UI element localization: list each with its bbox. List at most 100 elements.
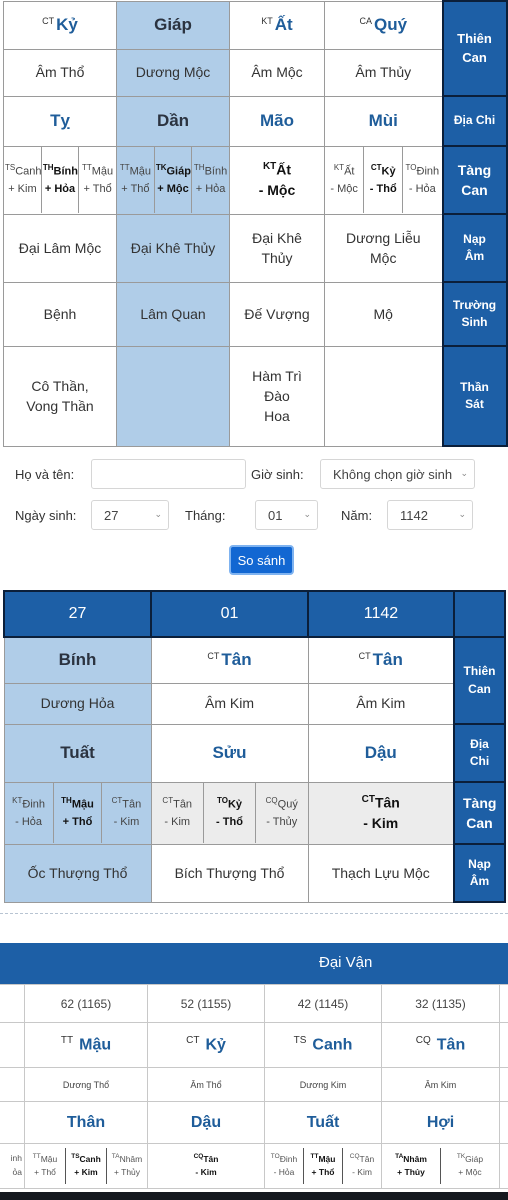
- tang-can-cell: TOĐinh - Hỏa TTMậu + Thổ CQTân - Kim: [264, 1143, 382, 1189]
- can-hanh-partial: [499, 1067, 508, 1102]
- can-name: Tân: [436, 1036, 466, 1054]
- can-tag: KT: [261, 15, 273, 26]
- tang-can-partial: [499, 1143, 508, 1189]
- nap-am: Bích Thượng Thổ: [150, 843, 309, 903]
- tang-can-item: CQQuý - Thủy: [265, 796, 298, 828]
- chi-name: Dậu: [307, 723, 455, 783]
- can-cell: CQ Tân: [381, 1022, 500, 1068]
- date-header-row: 27 01 1142: [3, 590, 506, 638]
- compare-button[interactable]: So sánh: [229, 545, 294, 575]
- label-dia-chi: Địa Chi: [441, 95, 508, 147]
- tang-can-item: TOĐinh - Hỏa: [265, 1148, 304, 1184]
- tang-can-item: TKGiáp + Mộc: [456, 1152, 484, 1178]
- truong-sinh: Lâm Quan: [116, 281, 230, 347]
- can-hanh: Dương Kim: [264, 1067, 382, 1102]
- dai-van-table[interactable]: 62 (1165) 52 (1155) 42 (1145) 32 (1135) …: [0, 984, 508, 1189]
- compare-form: Họ và tên: Giờ sinh: Không chọn giờ sinh…: [0, 450, 508, 590]
- can-name: Kỷ: [56, 15, 78, 34]
- can-cell: CT Tân: [307, 636, 455, 684]
- truong-sinh: Đế Vượng: [229, 281, 325, 347]
- truong-sinh: Bệnh: [3, 281, 117, 347]
- can-cell: Giáp: [116, 0, 230, 50]
- chevron-down-icon: ⌄: [460, 467, 468, 478]
- name-input[interactable]: [91, 459, 246, 489]
- label-thien-can: Thiên Can: [453, 636, 506, 725]
- tang-can-item: KTẤt - Mộc: [325, 147, 365, 213]
- tang-can-item: TANhâm + Thủy: [111, 1152, 143, 1178]
- tang-can-item: CQTân - Kim: [193, 1152, 219, 1178]
- than-sat: Hàm Trì Đào Hoa: [229, 345, 325, 447]
- can-cell: TT Mậu: [24, 1022, 148, 1068]
- year-label: Năm:: [341, 508, 373, 523]
- can-tag: CT: [207, 650, 220, 661]
- than-sat: Cô Thần, Vong Thần: [3, 345, 117, 447]
- month-label: Tháng:: [185, 508, 226, 523]
- dai-van-title: Đại Vận: [319, 954, 373, 971]
- tang-can-item: KTĐinh - Hỏa: [4, 783, 54, 843]
- year-select[interactable]: 1142 ⌄: [387, 500, 473, 530]
- can-tag: CT: [358, 650, 371, 661]
- can-cell: TS Canh: [264, 1022, 382, 1068]
- can-cell-partial: [0, 1022, 25, 1068]
- tang-can-item: CTTân - Kim: [151, 783, 204, 843]
- nap-am: Đại Khê Thủy: [116, 213, 230, 283]
- tang-can-row: inh ỏa TTMậu + Thổ TSCanh + Kim TANhâm + Thủ…: [0, 1143, 508, 1189]
- can-tag: TT: [60, 1035, 74, 1047]
- chi-name: Thân: [24, 1101, 148, 1144]
- chi-partial: [499, 1101, 508, 1144]
- tang-can-item: KTẤt - Mộc: [229, 145, 325, 215]
- nap-am: Ốc Thượng Thổ: [3, 843, 152, 903]
- can-cell: CT Kỷ: [147, 1022, 265, 1068]
- hour-select[interactable]: Không chọn giờ sinh ⌄: [320, 459, 475, 489]
- day-select[interactable]: 27 ⌄: [91, 500, 169, 530]
- can-hanh: Dương Hỏa: [3, 682, 152, 725]
- can-name: Mậu: [79, 1036, 112, 1054]
- can-hanh-row: Âm Thổ Dương Mộc Âm Mộc Âm Thủy: [3, 48, 507, 97]
- day-label: Ngày sinh:: [15, 508, 77, 523]
- chi-name: Mão: [229, 95, 325, 147]
- nap-am: Dương Liễu Mộc: [324, 213, 443, 283]
- chevron-down-icon: ⌄: [154, 508, 162, 519]
- tang-can-cell: TTMậu + Thổ TKGiáp + Mộc THBính + Hỏa: [116, 145, 230, 215]
- label-nap-am: Nạp Âm: [441, 213, 508, 283]
- can-hanh-row: Dương Thổ Âm Thổ Dương Kim Âm Kim: [0, 1067, 508, 1102]
- label-tang-can: Tàng Can: [441, 145, 508, 215]
- age-cell-partial: [499, 984, 508, 1023]
- month-selected-value: 01: [268, 507, 283, 523]
- compare-table: 27 01 1142 Bính CT Tân CT Tân Thiên Can Dư…: [3, 590, 506, 903]
- can-hanh: Dương Thổ: [24, 1067, 148, 1102]
- tang-can-item: THBính + Hỏa: [41, 147, 80, 213]
- can-tag: CT: [186, 1035, 200, 1047]
- can-name: Kỷ: [205, 1036, 226, 1054]
- tang-can-cell: CQTân - Kim: [147, 1143, 265, 1189]
- tang-can-row: TSCanh + Kim THBính + Hỏa TTMậu + Thổ TTMậu…: [3, 145, 508, 215]
- tu-tru-table: CT Kỷ Giáp KT Ất CA Quý Thiên Can Âm Thổ Dư…: [3, 0, 508, 447]
- chevron-down-icon: ⌄: [458, 508, 466, 519]
- chevron-down-icon: ⌄: [303, 508, 311, 519]
- tang-can-item: TOĐinh - Hỏa: [405, 163, 440, 195]
- age-cell-partial: [0, 984, 25, 1023]
- age-cell: 52 (1155): [147, 984, 265, 1023]
- tang-can-item: TTMậu + Thổ: [304, 1148, 343, 1184]
- chi-name: Dần: [116, 95, 230, 147]
- hour-label: Giờ sinh:: [251, 467, 304, 482]
- can-tag: TS: [293, 1035, 307, 1047]
- can-hanh: Âm Thủy: [324, 48, 443, 97]
- nap-am-row: Đại Lâm Mộc Đại Khê Thủy Đại Khê Thủy Dư…: [3, 213, 508, 283]
- tang-can-item: TTMậu + Thổ: [25, 1148, 66, 1184]
- year-selected-value: 1142: [400, 507, 428, 523]
- tang-can-item: TSCanh + Kim: [66, 1148, 107, 1184]
- tang-can-item: CQTân - Kim: [349, 1152, 375, 1178]
- tang-can-row: KTĐinh - Hỏa THMậu + Thổ CTTân - Kim CTTân -…: [3, 781, 506, 845]
- label-truong-sinh: Trường Sinh: [441, 281, 508, 347]
- day-selected-value: 27: [104, 507, 119, 523]
- than-sat: [116, 345, 230, 447]
- month-select[interactable]: 01 ⌄: [255, 500, 318, 530]
- tang-can-item: THMậu + Thổ: [53, 783, 103, 843]
- tang-can-cell: CTTân - Kim TOKỷ - Thổ CQQuý - Thủy: [150, 781, 309, 845]
- tang-can-item: CTTân - Kim: [111, 796, 142, 828]
- dia-chi-row: Tuất Sửu Dậu Địa Chi: [3, 723, 506, 783]
- bottom-nav-bar: [0, 1192, 508, 1200]
- chi-name: Mùi: [324, 95, 443, 147]
- tang-can-item: TOKỷ - Thổ: [203, 783, 256, 843]
